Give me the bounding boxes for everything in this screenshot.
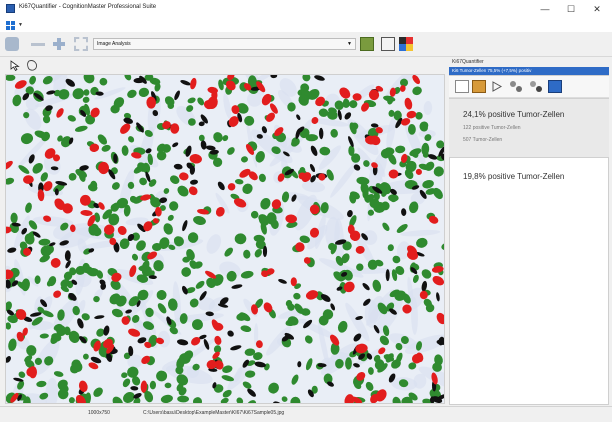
cells-positive-icon[interactable]: [529, 80, 543, 93]
maximize-button[interactable]: ☐: [558, 0, 584, 18]
zoom-in-icon[interactable]: [52, 37, 66, 51]
image-view[interactable]: [5, 74, 445, 404]
image-viewer-icon[interactable]: [381, 37, 395, 51]
color-palette-icon[interactable]: [399, 37, 413, 51]
window-title: Ki67Quantifier - CognitionMaster Profess…: [19, 4, 157, 10]
app-icon: [6, 4, 15, 13]
close-button[interactable]: ✕: [584, 0, 610, 18]
analysis-select-value: Image Analysis: [97, 41, 131, 47]
result-secondary-percent: 19,8% positive Tumor-Zellen: [463, 172, 565, 181]
chevron-down-icon: ▼: [347, 41, 352, 47]
positive-nucleus: [290, 277, 297, 287]
apps-menu-icon[interactable]: [6, 21, 15, 30]
menu-bar: [0, 18, 612, 32]
zoom-out-icon[interactable]: [31, 43, 45, 46]
pointer-icon[interactable]: [10, 60, 20, 71]
sidebar-title: Ki67Quantifier: [452, 59, 484, 65]
result-total-count: 507 Tumor-Zellen: [463, 137, 503, 143]
analysis-select[interactable]: Image Analysis ▼: [93, 38, 356, 50]
result-positive-percent: 24,1% positive Tumor-Zellen: [463, 110, 565, 119]
home-icon[interactable]: [5, 37, 19, 51]
result-positive-count: 122 positive Tumor-Zellen: [463, 125, 521, 131]
image-dimensions: 1000x750: [88, 410, 110, 416]
annotated-tissue-image: [6, 75, 444, 403]
play-icon[interactable]: [490, 80, 504, 93]
fit-to-screen-icon[interactable]: [74, 37, 88, 51]
other-nucleus: [385, 269, 390, 282]
edit-icon[interactable]: [472, 80, 486, 93]
lasso-icon[interactable]: [26, 59, 39, 72]
cells-negative-icon[interactable]: [509, 80, 523, 93]
tab-ki67-result[interactable]: Ki6 Tumor-Zellen 75,5% (+7,5%) positiv: [449, 67, 609, 75]
open-analysis-icon[interactable]: [360, 37, 374, 51]
menu-caret-icon[interactable]: ▼: [18, 22, 23, 28]
save-icon[interactable]: [548, 80, 562, 93]
new-document-icon[interactable]: [455, 80, 469, 93]
image-path: C:\Users\basu\Desktop\ExampleMaster\KI67…: [143, 410, 285, 416]
minimize-button[interactable]: —: [532, 0, 558, 18]
image-tools: [5, 57, 445, 74]
